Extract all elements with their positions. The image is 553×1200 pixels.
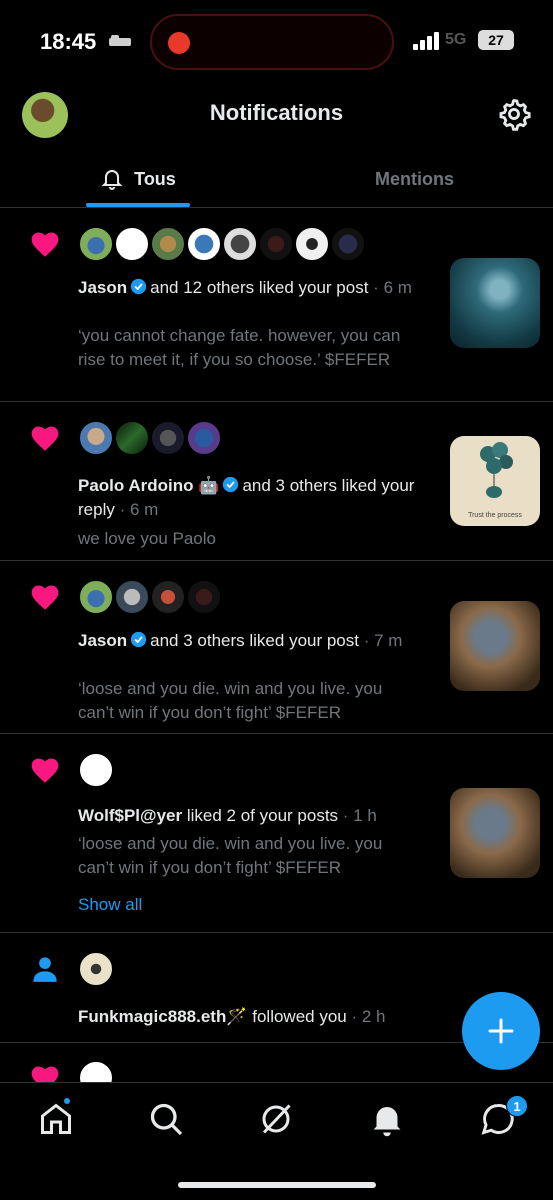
actor-name[interactable]: Funkmagic888.eth <box>78 1007 226 1026</box>
actor-name[interactable]: Wolf$Pl@yer <box>78 806 182 825</box>
liker-avatars <box>78 579 238 615</box>
timestamp: 7 m <box>374 631 403 650</box>
tab-mentions[interactable]: Mentions <box>276 150 553 208</box>
notification-headline: Jason and 3 others liked your post · 7 m <box>78 631 403 650</box>
avatar[interactable] <box>186 420 222 456</box>
messages-badge: 1 <box>506 1095 528 1117</box>
avatar[interactable] <box>186 579 222 615</box>
search-icon[interactable] <box>148 1101 184 1137</box>
notification-tabs: Tous Mentions <box>0 150 553 208</box>
status-time: 18:45 <box>40 29 97 54</box>
bell-icon <box>101 170 123 190</box>
settings-gear-icon[interactable] <box>497 97 531 131</box>
notification-item[interactable]: Jason and 3 others liked your post · 7 m … <box>0 561 553 734</box>
home-icon[interactable] <box>38 1101 74 1137</box>
avatar[interactable] <box>114 420 150 456</box>
avatar[interactable] <box>114 579 150 615</box>
person-icon <box>33 957 57 982</box>
heart-icon <box>31 426 59 451</box>
timestamp: 6 m <box>383 278 412 297</box>
compose-button[interactable] <box>462 992 540 1070</box>
notification-headline: Paolo Ardoino 🤖 and 3 others liked your r… <box>78 476 415 519</box>
notification-item[interactable]: Paolo Ardoino 🤖 and 3 others liked your r… <box>0 402 553 561</box>
sleep-focus-icon <box>109 35 131 46</box>
tab-all-label: Tous <box>134 168 176 189</box>
status-bar: 18:45 5G 27 <box>0 0 553 84</box>
post-text: ‘loose and you die. win and you live. yo… <box>78 679 383 722</box>
notification-headline: Jason and 12 others liked your post · 6 m <box>78 278 412 297</box>
actor-name[interactable]: Jason <box>78 631 127 650</box>
reply-text: we love you Paolo <box>78 529 216 548</box>
active-tab-indicator <box>86 203 190 207</box>
action-text: and 12 others liked your post <box>150 278 369 297</box>
dynamic-island <box>150 14 394 70</box>
notification-headline: Funkmagic888.eth🪄 followed you · 2 h <box>78 1007 386 1026</box>
tab-all[interactable]: Tous <box>0 150 276 208</box>
avatar[interactable] <box>78 752 114 788</box>
action-text: followed you <box>252 1007 347 1026</box>
notification-headline: Wolf$Pl@yer liked 2 of your posts · 1 h <box>78 806 377 825</box>
avatar[interactable] <box>78 420 114 456</box>
notifications-icon[interactable] <box>369 1101 405 1137</box>
avatar[interactable] <box>222 226 258 262</box>
heart-icon <box>31 585 59 610</box>
post-thumbnail[interactable] <box>450 788 540 878</box>
liker-avatars <box>78 420 238 456</box>
signal-icon <box>413 32 439 50</box>
actor-name[interactable]: Paolo Ardoino <box>78 476 194 495</box>
timestamp: 6 m <box>129 500 159 519</box>
avatar[interactable] <box>330 226 366 262</box>
timestamp: 2 h <box>361 1007 386 1026</box>
follower-avatar <box>78 951 118 987</box>
thumbnail-caption: Trust the process <box>468 512 522 519</box>
post-thumbnail[interactable] <box>450 601 540 691</box>
avatar[interactable] <box>150 226 186 262</box>
action-text: and 3 others liked your post <box>150 631 359 650</box>
heart-icon <box>31 232 59 257</box>
battery-icon: 27 <box>478 30 514 50</box>
post-text: ‘you cannot change fate. however, you ca… <box>78 326 401 369</box>
plus-icon <box>488 1018 514 1044</box>
avatar[interactable] <box>150 579 186 615</box>
verified-badge-icon <box>223 476 239 493</box>
page-title: Notifications <box>209 100 344 125</box>
tab-mentions-label: Mentions <box>375 168 454 189</box>
timestamp: 1 h <box>353 806 377 825</box>
verified-badge-icon <box>130 631 147 648</box>
heart-icon <box>31 758 59 783</box>
avatar[interactable] <box>294 226 330 262</box>
actor-name[interactable]: Jason <box>78 278 127 297</box>
show-all-link[interactable]: Show all <box>78 895 142 915</box>
avatar[interactable] <box>78 579 114 615</box>
actor-emoji: 🪄 <box>226 1007 248 1026</box>
post-thumbnail[interactable]: Trust the process <box>450 436 540 526</box>
network-type: 5G <box>445 31 467 48</box>
avatar[interactable] <box>150 420 186 456</box>
verified-badge-icon <box>130 278 147 295</box>
post-thumbnail[interactable] <box>450 258 540 348</box>
avatar[interactable] <box>114 226 150 262</box>
avatar[interactable] <box>78 951 114 987</box>
recording-indicator-icon <box>168 32 190 54</box>
notification-item[interactable]: Jason and 12 others liked your post · 6 m… <box>0 208 553 402</box>
avatar[interactable] <box>258 226 294 262</box>
grok-icon[interactable] <box>258 1101 294 1137</box>
post-text: ‘loose and you die. win and you live. yo… <box>78 834 383 877</box>
avatar[interactable] <box>186 226 222 262</box>
home-indicator[interactable] <box>178 1182 376 1188</box>
home-badge-dot <box>62 1096 72 1106</box>
action-text: liked 2 of your posts <box>186 806 339 825</box>
avatar[interactable] <box>78 226 114 262</box>
actor-emoji: 🤖 <box>198 476 220 495</box>
liker-avatars <box>78 226 378 262</box>
liker-avatars <box>78 752 118 788</box>
